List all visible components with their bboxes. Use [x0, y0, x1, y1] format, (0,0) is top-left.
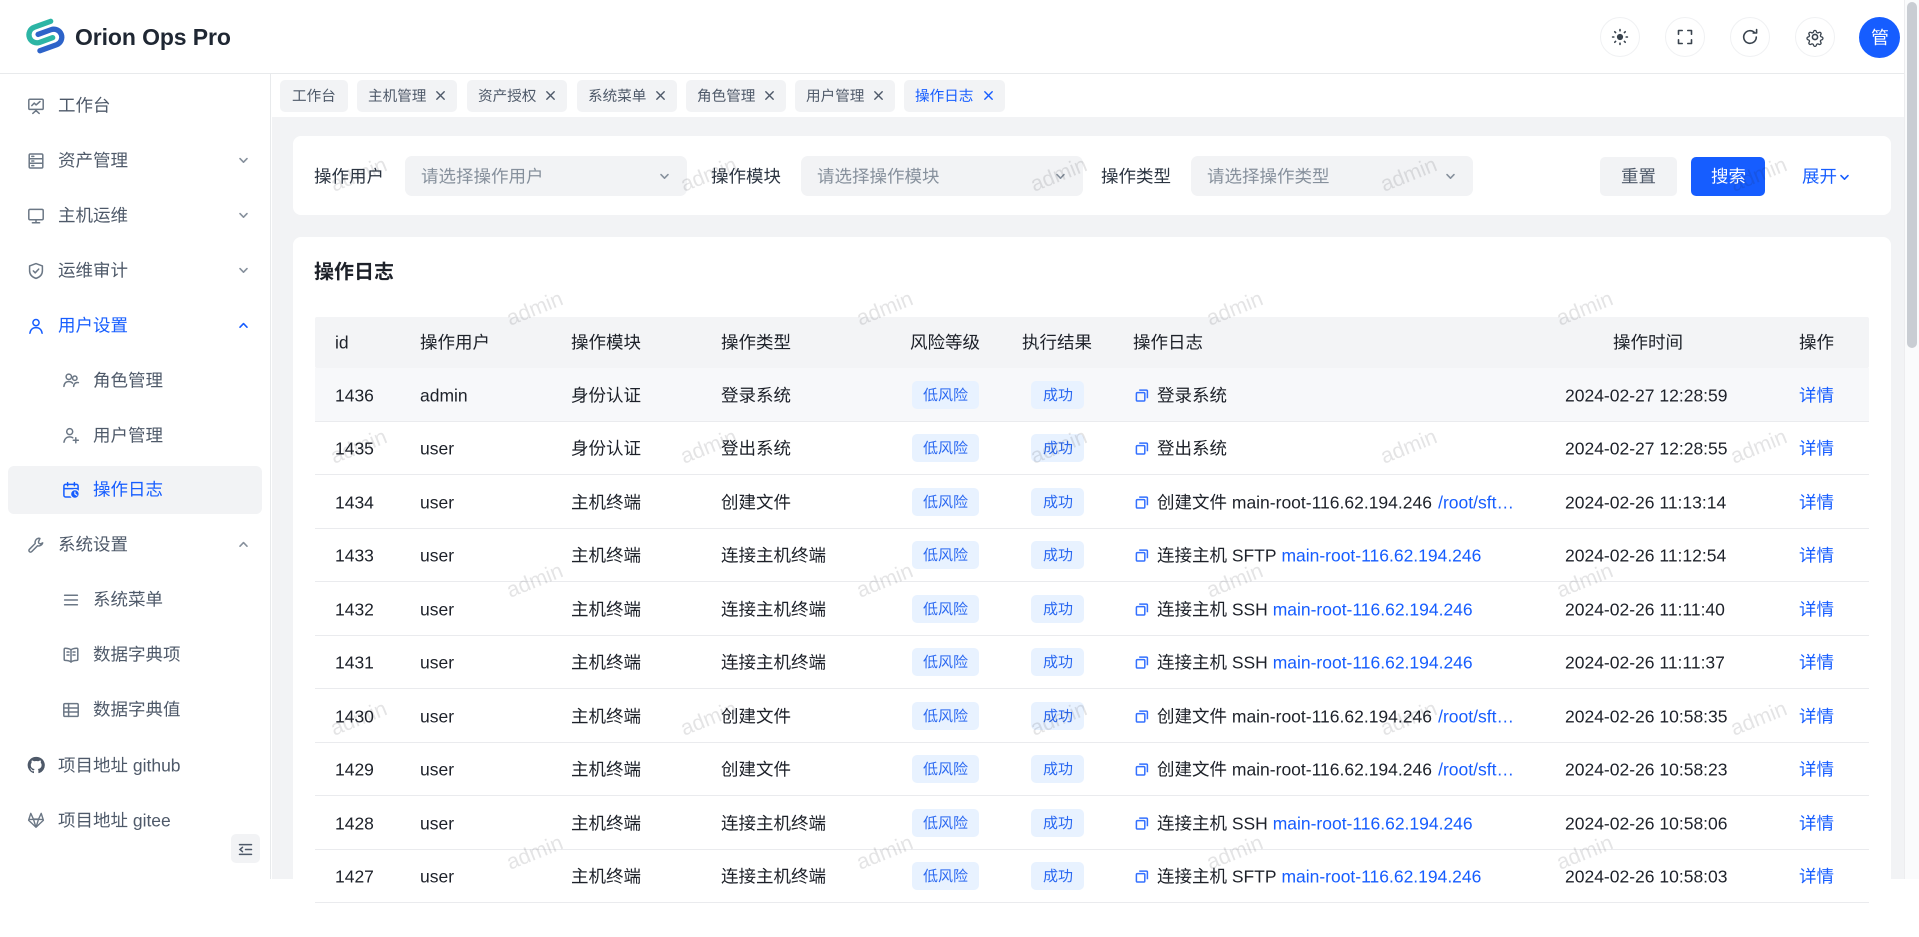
- svg-text:main-root-116.62.194.246: main-root-116.62.194.246: [1281, 546, 1481, 566]
- svg-text:1430: 1430: [335, 706, 374, 726]
- svg-text:SSH: SSH: [1227, 653, 1273, 673]
- svg-text:SFTP: SFTP: [1227, 867, 1281, 887]
- svg-text:user: user: [420, 546, 454, 566]
- svg-text:user: user: [420, 760, 454, 780]
- svg-text:SSH: SSH: [1227, 599, 1273, 619]
- svg-text:user: user: [420, 653, 454, 673]
- svg-text:/root/sft…: /root/sft…: [1433, 492, 1514, 512]
- svg-text:user: user: [420, 706, 454, 726]
- svg-text:Orion Ops Pro: Orion Ops Pro: [75, 24, 231, 50]
- svg-text:user: user: [420, 813, 454, 833]
- svg-text:1427: 1427: [335, 867, 374, 887]
- svg-text:main-root-116.62.194.246: main-root-116.62.194.246: [1273, 599, 1473, 619]
- svg-text:2024-02-26 11:11:40: 2024-02-26 11:11:40: [1565, 599, 1725, 619]
- svg-text:2024-02-26 11:13:14: 2024-02-26 11:13:14: [1565, 492, 1726, 512]
- svg-text:1429: 1429: [335, 760, 374, 780]
- svg-text:main-root-116.62.194.246: main-root-116.62.194.246: [1273, 653, 1473, 673]
- svg-text:1436: 1436: [335, 385, 374, 405]
- svg-text:1433: 1433: [335, 546, 374, 566]
- svg-text:id: id: [335, 333, 349, 353]
- svg-text:main-root-116.62.194.246: main-root-116.62.194.246: [1227, 492, 1432, 512]
- svg-text:1434: 1434: [335, 492, 374, 512]
- svg-text:main-root-116.62.194.246: main-root-116.62.194.246: [1273, 813, 1473, 833]
- svg-text:admin: admin: [420, 385, 468, 405]
- svg-text:user: user: [420, 867, 454, 887]
- svg-text:2024-02-27 12:28:55: 2024-02-27 12:28:55: [1565, 439, 1728, 459]
- svg-text:2024-02-26 10:58:23: 2024-02-26 10:58:23: [1565, 760, 1728, 780]
- svg-text:user: user: [420, 439, 454, 459]
- svg-text:gitee: gitee: [128, 810, 171, 830]
- svg-text:user: user: [420, 599, 454, 619]
- svg-text:2024-02-26 10:58:06: 2024-02-26 10:58:06: [1565, 813, 1728, 833]
- svg-text:main-root-116.62.194.246: main-root-116.62.194.246: [1227, 706, 1432, 726]
- svg-text:SFTP: SFTP: [1227, 546, 1281, 566]
- svg-text:2024-02-26 11:11:37: 2024-02-26 11:11:37: [1565, 653, 1725, 673]
- svg-text:1432: 1432: [335, 599, 374, 619]
- svg-text:2024-02-27 12:28:59: 2024-02-27 12:28:59: [1565, 385, 1728, 405]
- svg-text:/root/sft…: /root/sft…: [1433, 760, 1514, 780]
- svg-text:2024-02-26 11:12:54: 2024-02-26 11:12:54: [1565, 546, 1726, 566]
- svg-text:2024-02-26 10:58:35: 2024-02-26 10:58:35: [1565, 706, 1728, 726]
- svg-text:2024-02-26 10:58:03: 2024-02-26 10:58:03: [1565, 867, 1728, 887]
- svg-text:1435: 1435: [335, 439, 374, 459]
- svg-text:1431: 1431: [335, 653, 374, 673]
- svg-text:SSH: SSH: [1227, 813, 1273, 833]
- svg-text:main-root-116.62.194.246: main-root-116.62.194.246: [1227, 760, 1432, 780]
- svg-text:user: user: [420, 492, 454, 512]
- svg-text:github: github: [128, 755, 181, 775]
- svg-text:main-root-116.62.194.246: main-root-116.62.194.246: [1281, 867, 1481, 887]
- svg-text:1428: 1428: [335, 813, 374, 833]
- svg-text:/root/sft…: /root/sft…: [1433, 706, 1514, 726]
